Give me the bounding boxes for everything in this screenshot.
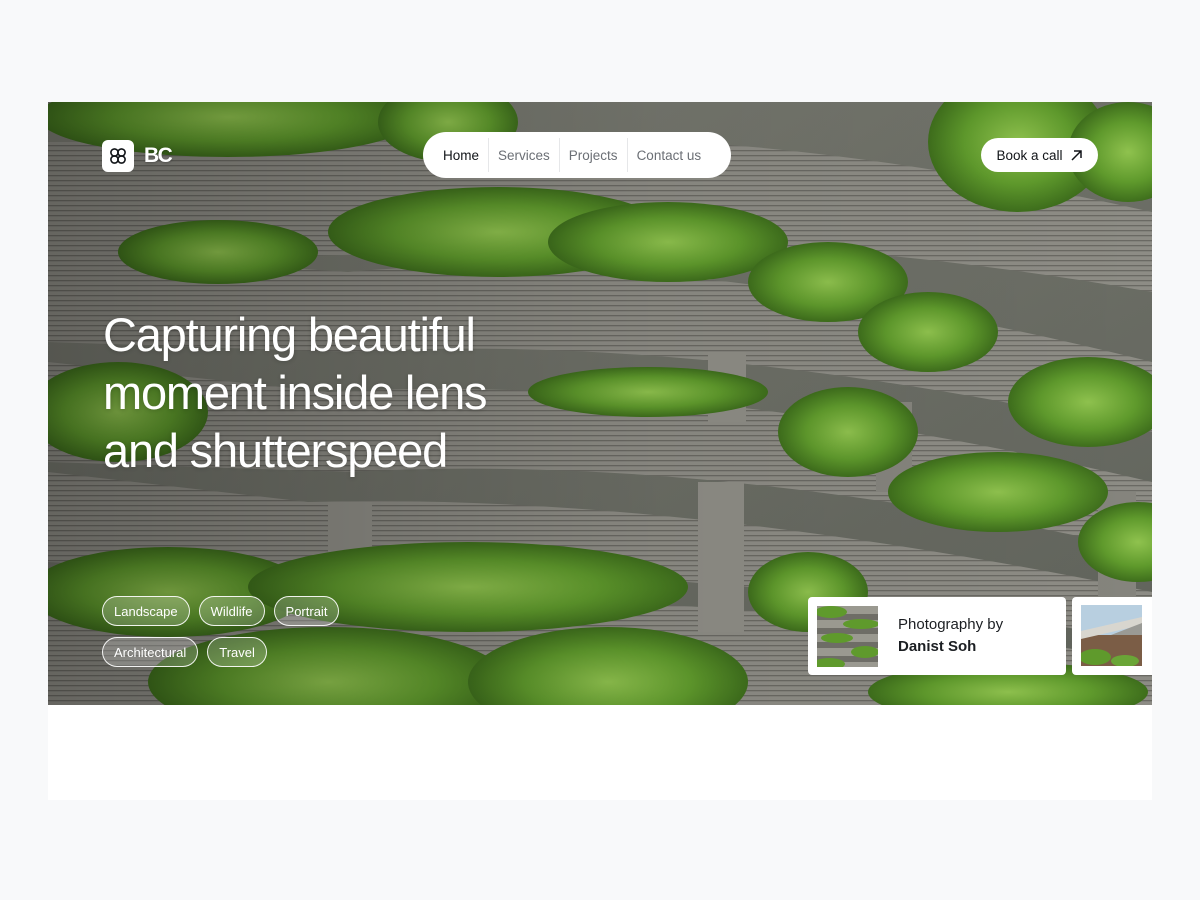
clover-icon (102, 140, 134, 172)
category-tags: Landscape Wildlife Portrait Architectura… (102, 596, 402, 678)
headline-line-2: moment inside lens (103, 366, 488, 419)
credit-line-1: Photography by (898, 616, 1004, 633)
nav-services[interactable]: Services (488, 138, 559, 172)
nav-home[interactable]: Home (435, 138, 488, 172)
nav-projects[interactable]: Projects (558, 138, 627, 172)
brand-name: BC (144, 144, 173, 167)
tag-wildlife[interactable]: Wildlife (198, 596, 265, 626)
tag-landscape[interactable]: Landscape (102, 596, 190, 626)
tag-architectural[interactable]: Architectural (102, 637, 199, 667)
tag-travel[interactable]: Travel (207, 637, 267, 667)
headline-line-3: and shutterspeed (103, 424, 448, 477)
headline-line-1: Capturing beautiful (103, 308, 476, 361)
hero-headline: Capturing beautiful moment inside lens a… (103, 306, 573, 480)
main-nav: Home Services Projects Contact us (423, 132, 731, 178)
photographer-thumbnail (817, 605, 878, 667)
credit-line-2: Danist Soh (898, 638, 977, 655)
next-photo-card[interactable] (1072, 597, 1152, 675)
book-a-call-button[interactable]: Book a call (981, 138, 1098, 172)
page-frame: BC Home Services Projects Contact us Boo… (48, 102, 1152, 800)
next-photo-thumbnail (1079, 605, 1142, 667)
nav-contact-us[interactable]: Contact us (626, 138, 711, 172)
brand-logo[interactable]: BC (102, 140, 173, 172)
photographer-credit: Photography by Danist Soh (898, 614, 1003, 658)
arrow-up-right-icon (1070, 149, 1082, 161)
book-a-call-label: Book a call (996, 147, 1063, 163)
hero-section: BC Home Services Projects Contact us Boo… (48, 102, 1152, 705)
tag-portrait[interactable]: Portrait (273, 596, 340, 626)
photographer-card[interactable]: Photography by Danist Soh (808, 597, 1066, 675)
